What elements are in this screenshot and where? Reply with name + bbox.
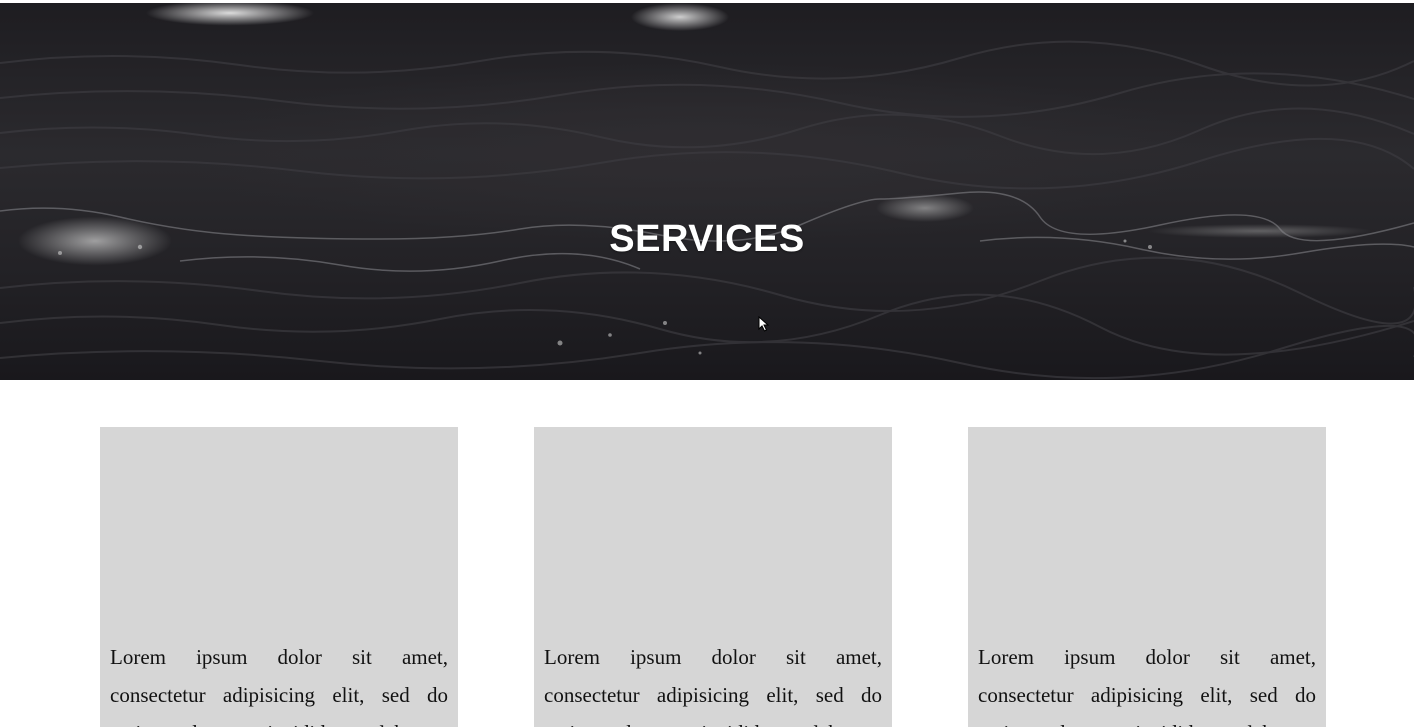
- ocean-waves-image: [0, 40, 1414, 380]
- service-card: Lorem ipsum dolor sit amet, consectetur …: [968, 427, 1326, 727]
- hero-banner: SERVICES: [0, 3, 1414, 380]
- service-card: Lorem ipsum dolor sit amet, consectetur …: [534, 427, 892, 727]
- service-card-text: Lorem ipsum dolor sit amet, consectetur …: [978, 645, 1316, 727]
- service-card-text: Lorem ipsum dolor sit amet, consectetur …: [110, 645, 448, 727]
- page-title: SERVICES: [609, 218, 805, 261]
- service-card: Lorem ipsum dolor sit amet, consectetur …: [100, 427, 458, 727]
- services-section: Lorem ipsum dolor sit amet, consectetur …: [0, 380, 1414, 727]
- mouse-pointer-icon: [758, 316, 770, 332]
- service-card-text: Lorem ipsum dolor sit amet, consectetur …: [544, 645, 882, 727]
